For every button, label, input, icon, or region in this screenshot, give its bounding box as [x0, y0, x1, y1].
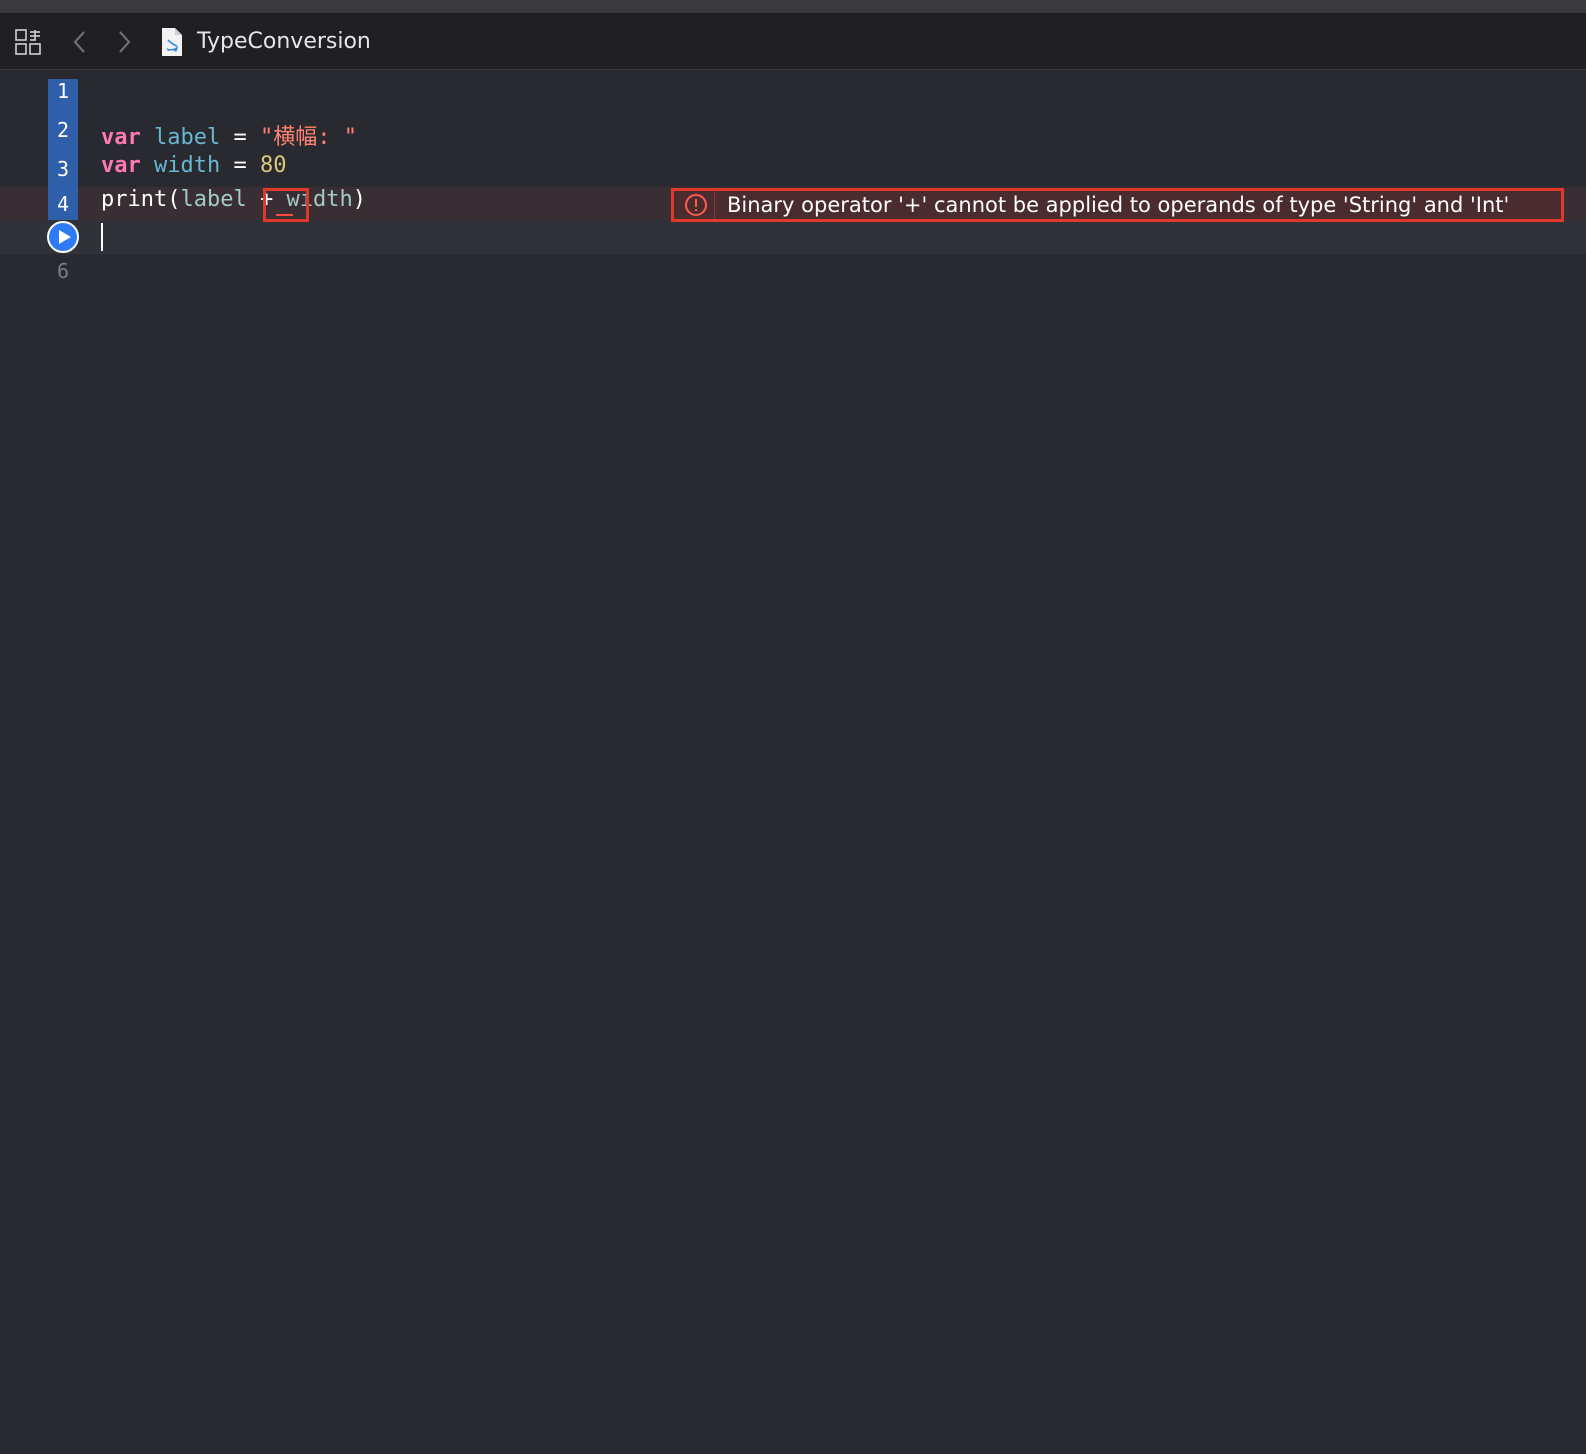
line-number: 1: [56, 79, 70, 103]
code-line-4[interactable]: print(label + width): [101, 187, 366, 212]
run-play-icon[interactable]: [47, 221, 79, 253]
operator-highlight-box: [263, 188, 309, 222]
line-number: 2: [56, 118, 70, 142]
operator: =: [233, 125, 247, 150]
xcode-editor-window: TypeConversion 1 2 3 4 6 var label = "横幅…: [0, 0, 1586, 1454]
identifier: label: [154, 125, 221, 150]
swift-file-icon: [159, 26, 185, 58]
number-literal: 80: [259, 153, 287, 178]
text-cursor: [101, 223, 103, 251]
identifier: width: [154, 153, 221, 178]
jump-bar: TypeConversion: [0, 14, 1586, 70]
line-number: 4: [56, 192, 70, 216]
chevron-left-icon[interactable]: [68, 28, 92, 56]
error-banner[interactable]: Binary operator '+' cannot be applied to…: [671, 188, 1564, 222]
error-message: Binary operator '+' cannot be applied to…: [727, 193, 1510, 217]
line-number: 3: [56, 157, 70, 181]
code-line-3[interactable]: var width = 80: [101, 153, 286, 178]
window-top-strip: [0, 0, 1586, 14]
error-icon[interactable]: [678, 191, 715, 219]
chevron-right-icon[interactable]: [112, 28, 136, 56]
operator: =: [233, 153, 247, 178]
argument-label: label: [180, 187, 247, 212]
line-number: 6: [56, 259, 70, 283]
keyword: var: [101, 125, 141, 150]
function-call: print(: [101, 187, 181, 212]
code-line-2[interactable]: var label = "横幅: ": [101, 119, 357, 151]
code-editor[interactable]: 1 2 3 4 6 var label = "横幅: " var width =…: [0, 71, 1586, 1454]
grid-icon[interactable]: [14, 28, 42, 56]
file-name[interactable]: TypeConversion: [197, 28, 371, 56]
current-line-highlight: [0, 220, 1586, 254]
close-paren: ): [352, 187, 366, 212]
keyword: var: [101, 153, 141, 178]
string-literal: "横幅: ": [259, 125, 357, 150]
